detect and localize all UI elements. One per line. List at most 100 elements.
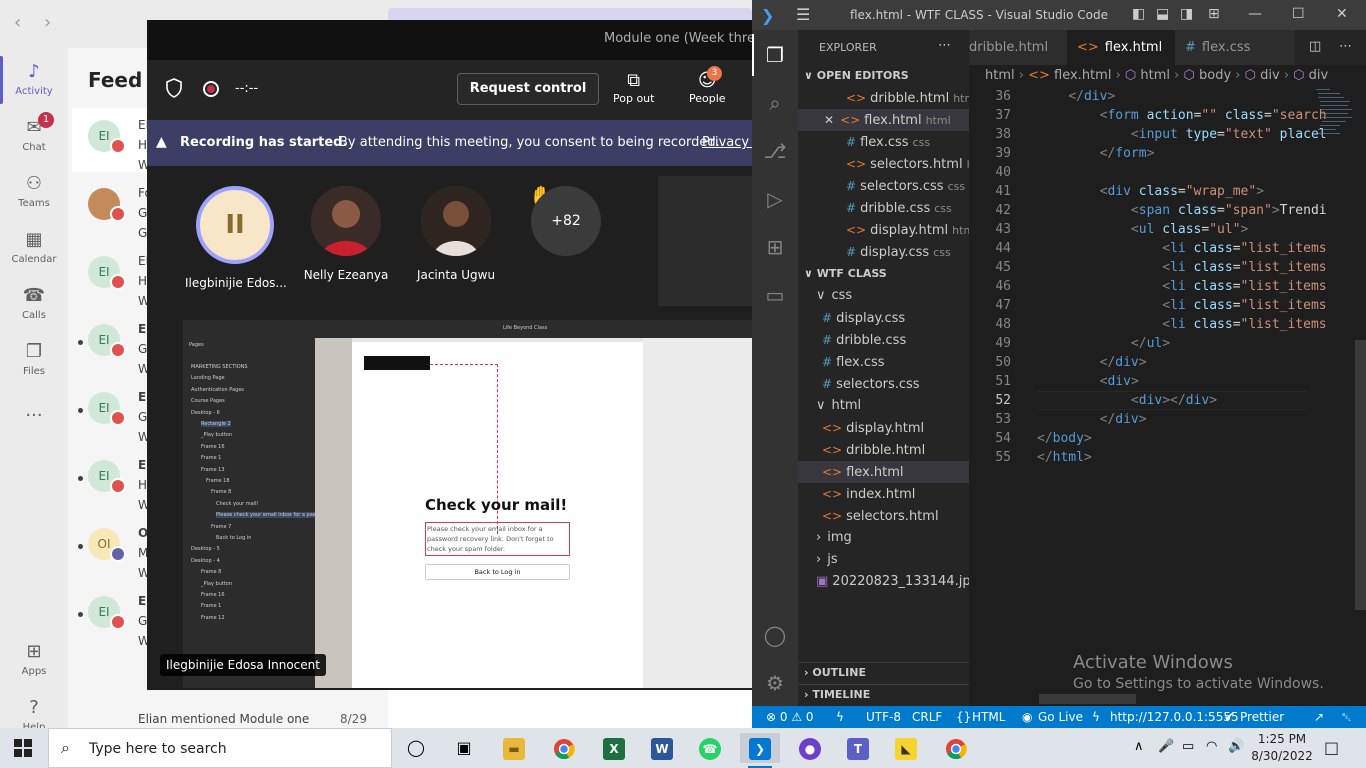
code-line[interactable]: </div> <box>1037 410 1147 429</box>
open-editors-header[interactable]: ∨ OPEN EDITORS <box>798 66 969 86</box>
rail-item-teams[interactable]: ⚇ Teams <box>0 164 68 220</box>
windows-start-icon[interactable] <box>14 739 32 757</box>
taskbar-search-input[interactable]: ⌕ Type here to search <box>48 728 392 768</box>
tree-file[interactable]: # dribble.css <box>798 329 969 351</box>
feedback-icon[interactable]: ↗ <box>1314 706 1324 728</box>
gear-icon[interactable]: ⚙ <box>762 670 788 696</box>
tree-folder[interactable]: ∨ css <box>798 285 969 307</box>
chrome-profile-icon[interactable] <box>936 733 976 763</box>
tree-file[interactable]: <> display.html <box>798 417 969 439</box>
chevron-up-icon[interactable]: ∧ <box>1134 739 1144 754</box>
request-control-button[interactable]: Request control <box>457 73 599 105</box>
open-editor-item[interactable]: <>dribble.htmlhtml <box>798 87 969 109</box>
rail-item-[interactable]: ... <box>0 388 68 444</box>
cortana-icon[interactable]: ◯ <box>396 733 436 763</box>
code-line[interactable]: </html> <box>1037 448 1092 467</box>
code-line[interactable]: </form> <box>1037 144 1155 163</box>
github-icon[interactable]: ● <box>790 733 830 763</box>
participant-tile[interactable]: Nelly Ezeanya <box>296 186 396 282</box>
customize-layout-icon[interactable]: ⊞ <box>1208 6 1220 22</box>
rail-item-files[interactable]: ❐ Files <box>0 332 68 388</box>
excel-icon[interactable]: X <box>594 733 634 763</box>
tree-file[interactable]: # flex.css <box>798 351 969 373</box>
remote-explorer-icon[interactable]: ▭ <box>762 282 788 308</box>
tree-file[interactable]: # selectors.css <box>798 373 969 395</box>
eol-indicator[interactable]: CRLF <box>912 706 942 728</box>
open-editor-item[interactable]: # flex.css css <box>798 131 969 153</box>
code-line[interactable]: </body> <box>1037 429 1092 448</box>
editor-tab[interactable]: dribble.html <box>969 30 1067 65</box>
feed-item-last-title[interactable]: Elian mentioned Module one <box>138 712 309 726</box>
code-line[interactable]: </ul> <box>1037 334 1170 353</box>
task-view-icon[interactable]: ▣ <box>444 733 484 763</box>
volume-icon[interactable]: 🔊 <box>1228 739 1244 754</box>
vscode-taskbar-icon[interactable]: ❯ <box>740 733 780 768</box>
timeline-header[interactable]: › TIMELINE <box>798 684 969 704</box>
code-line[interactable]: <ul class="ul"> <box>1037 220 1248 239</box>
code-line[interactable]: <div class="wrap_me"> <box>1037 182 1264 201</box>
code-line[interactable]: <form action="" class="search <box>1037 106 1327 125</box>
minimap[interactable] <box>1316 87 1356 157</box>
source-control-icon[interactable]: ⎇ <box>762 138 788 164</box>
breadcrumb-item[interactable]: <> flex.html › <box>1028 68 1125 83</box>
tree-file[interactable]: <> index.html <box>798 483 969 505</box>
tree-file[interactable]: <> dribble.html <box>798 439 969 461</box>
participant-tile[interactable]: II Ilegbinijie Edos... <box>185 186 287 290</box>
more-actions-icon[interactable]: ⋯ <box>1339 39 1352 54</box>
lightning-icon[interactable]: ϟ <box>836 706 844 728</box>
code-line[interactable]: <li class="list_items <box>1037 277 1326 296</box>
people-button[interactable]: ☺ 3 People <box>689 66 726 105</box>
encoding-indicator[interactable]: UTF-8 <box>866 706 901 728</box>
breadcrumb-item[interactable]: ⬡ html › <box>1125 68 1184 83</box>
rail-item-apps[interactable]: ⊞ Apps <box>0 632 68 688</box>
tree-file[interactable]: <> flex.html <box>798 461 969 483</box>
code-line[interactable]: </div> <box>1037 353 1147 372</box>
shield-icon[interactable] <box>165 78 183 102</box>
code-line[interactable]: <span class="span">Trendi <box>1037 201 1327 220</box>
notification-center-icon[interactable]: □ <box>1324 738 1339 757</box>
more-participants-tile[interactable]: +82 <box>516 186 616 256</box>
notifications-icon[interactable]: ␇ <box>1342 706 1352 728</box>
breadcrumb-item[interactable]: html › <box>985 68 1028 83</box>
battery-icon[interactable]: ▭ <box>1182 739 1194 754</box>
forward-arrow-icon[interactable]: › <box>44 12 51 33</box>
account-icon[interactable]: ◯ <box>762 622 788 648</box>
more-actions-icon[interactable]: ⋯ <box>938 38 951 53</box>
open-editor-item[interactable]: <>display.htmlhtml <box>798 219 969 241</box>
prettier-indicator[interactable]: Prettier <box>1240 706 1284 728</box>
open-editor-item[interactable]: ✕ <> flex.html html <box>798 109 969 131</box>
explorer-icon[interactable]: ❐ <box>752 34 788 76</box>
close-icon[interactable]: ✕ <box>824 113 834 127</box>
vertical-scrollbar[interactable] <box>1355 340 1366 610</box>
code-line[interactable]: <div> <box>1037 372 1139 391</box>
clock-time[interactable]: 1:25 PM <box>1252 732 1312 746</box>
pop-out-button[interactable]: ⧉ Pop out <box>613 70 654 105</box>
breadcrumb-item[interactable]: ⬡ div <box>1293 68 1328 83</box>
hamburger-menu-icon[interactable]: ☰ <box>796 5 810 24</box>
rail-item-chat[interactable]: ✉ 1 Chat <box>0 108 68 164</box>
tree-folder[interactable]: › js <box>798 549 969 571</box>
split-editor-icon[interactable]: ◫ <box>1309 39 1321 54</box>
clock-date[interactable]: 8/30/2022 <box>1250 749 1314 763</box>
rail-item-calls[interactable]: ☎ Calls <box>0 276 68 332</box>
layout-sidebar-icon[interactable]: ◧ <box>1132 6 1145 22</box>
code-line[interactable]: </div> <box>1037 87 1115 106</box>
teams-taskbar-icon[interactable]: T <box>838 733 878 763</box>
code-line[interactable]: <div></div> <box>1037 391 1217 410</box>
open-editor-item[interactable]: # display.css css <box>798 241 969 263</box>
sticky-notes-icon[interactable]: ◣ <box>886 733 926 763</box>
tree-file[interactable]: # display.css <box>798 307 969 329</box>
breadcrumb-item[interactable]: ⬡ body › <box>1184 68 1245 83</box>
open-editor-item[interactable]: # selectors.css css <box>798 175 969 197</box>
tree-file[interactable]: <> selectors.html <box>798 505 969 527</box>
horizontal-scrollbar[interactable] <box>1039 694 1136 704</box>
rail-item-calendar[interactable]: ▦ Calendar <box>0 220 68 276</box>
code-editor[interactable]: 36 </div> 37 <form action="" class="searc… <box>969 87 1366 706</box>
open-editor-item[interactable]: # dribble.css css <box>798 197 969 219</box>
close-icon[interactable]: ✕ <box>1336 6 1348 22</box>
breadcrumb-item[interactable]: ⬡ div › <box>1245 68 1294 83</box>
problems-indicator[interactable]: ⊗ 0 ⚠ 0 <box>766 706 814 728</box>
layout-secondary-icon[interactable]: ◨ <box>1180 6 1193 22</box>
tree-file[interactable]: ▣ 20220823_133144.jpg <box>798 571 969 593</box>
video-tile[interactable] <box>658 176 752 306</box>
